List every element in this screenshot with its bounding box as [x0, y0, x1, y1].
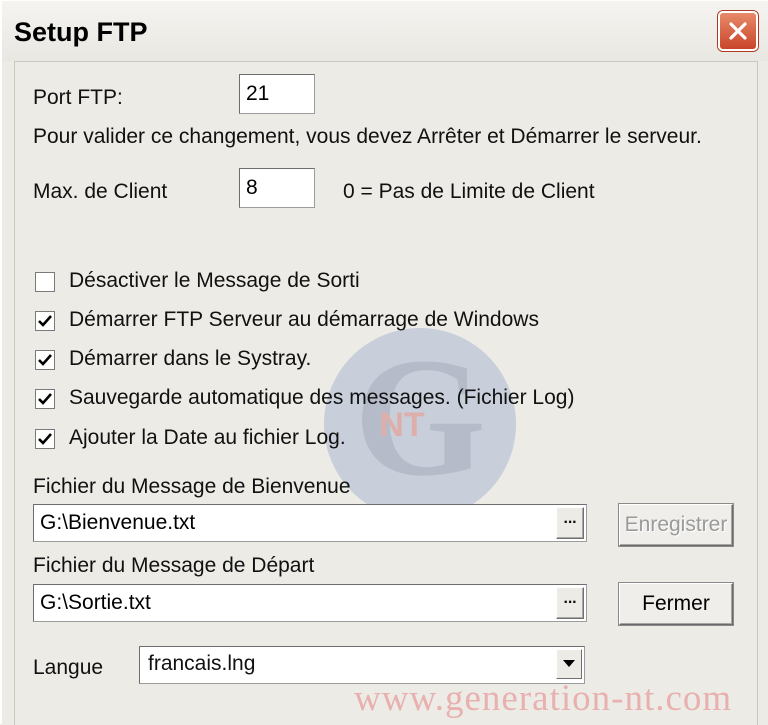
option-checkbox[interactable]	[35, 429, 55, 449]
checkmark-icon	[38, 433, 52, 445]
watermark-text: www.generation-nt.com	[354, 678, 733, 719]
close-dialog-button[interactable]: Fermer	[619, 583, 733, 625]
welcome-file-label: Fichier du Message de Bienvenue	[33, 475, 351, 498]
checkmark-icon	[38, 393, 52, 405]
option-checkbox[interactable]	[35, 389, 55, 409]
option-label: Démarrer FTP Serveur au démarrage de Win…	[69, 308, 539, 331]
setup-ftp-dialog: Setup FTP G NT Port FTP: Pour valider ce…	[0, 0, 768, 725]
option-row[interactable]: Désactiver le Message de Sorti	[15, 268, 615, 298]
option-checkbox[interactable]	[35, 272, 55, 292]
option-row[interactable]: Ajouter la Date au fichier Log.	[15, 425, 615, 455]
option-row[interactable]: Démarrer dans le Systray.	[15, 346, 615, 376]
save-button[interactable]: Enregistrer	[619, 504, 733, 546]
port-label: Port FTP:	[33, 86, 123, 109]
max-client-hint: 0 = Pas de Limite de Client	[343, 180, 595, 203]
window-title: Setup FTP	[14, 17, 148, 47]
port-input[interactable]	[239, 74, 315, 114]
language-selected-value: francais.lng	[148, 652, 256, 675]
departure-file-browse-button[interactable]: ···	[556, 587, 584, 619]
checkmark-icon	[38, 315, 52, 327]
option-label: Démarrer dans le Systray.	[69, 347, 312, 370]
option-row[interactable]: Démarrer FTP Serveur au démarrage de Win…	[15, 307, 615, 337]
departure-file-field: ···	[33, 584, 587, 622]
departure-file-input[interactable]	[33, 584, 587, 622]
welcome-file-field: ···	[33, 504, 587, 542]
port-note: Pour valider ce changement, vous devez A…	[33, 125, 702, 148]
max-client-label: Max. de Client	[33, 180, 168, 203]
chevron-down-icon	[563, 660, 575, 667]
max-client-input[interactable]	[239, 168, 315, 208]
dialog-content: G NT Port FTP: Pour valider ce changemen…	[14, 61, 758, 725]
close-button[interactable]	[718, 11, 758, 51]
language-dropdown-button[interactable]	[556, 649, 582, 679]
option-label: Sauvegarde automatique des messages. (Fi…	[69, 386, 575, 409]
option-checkbox[interactable]	[35, 350, 55, 370]
welcome-file-input[interactable]	[33, 504, 587, 542]
language-label: Langue	[33, 656, 104, 679]
welcome-file-browse-button[interactable]: ···	[556, 507, 584, 539]
departure-file-label: Fichier du Message de Départ	[33, 554, 315, 577]
option-label: Ajouter la Date au fichier Log.	[69, 426, 346, 449]
option-checkbox[interactable]	[35, 311, 55, 331]
title-bar[interactable]: Setup FTP	[2, 1, 768, 61]
close-icon	[729, 22, 747, 40]
option-row[interactable]: Sauvegarde automatique des messages. (Fi…	[15, 385, 615, 415]
checkmark-icon	[38, 354, 52, 366]
option-label: Désactiver le Message de Sorti	[69, 269, 360, 292]
